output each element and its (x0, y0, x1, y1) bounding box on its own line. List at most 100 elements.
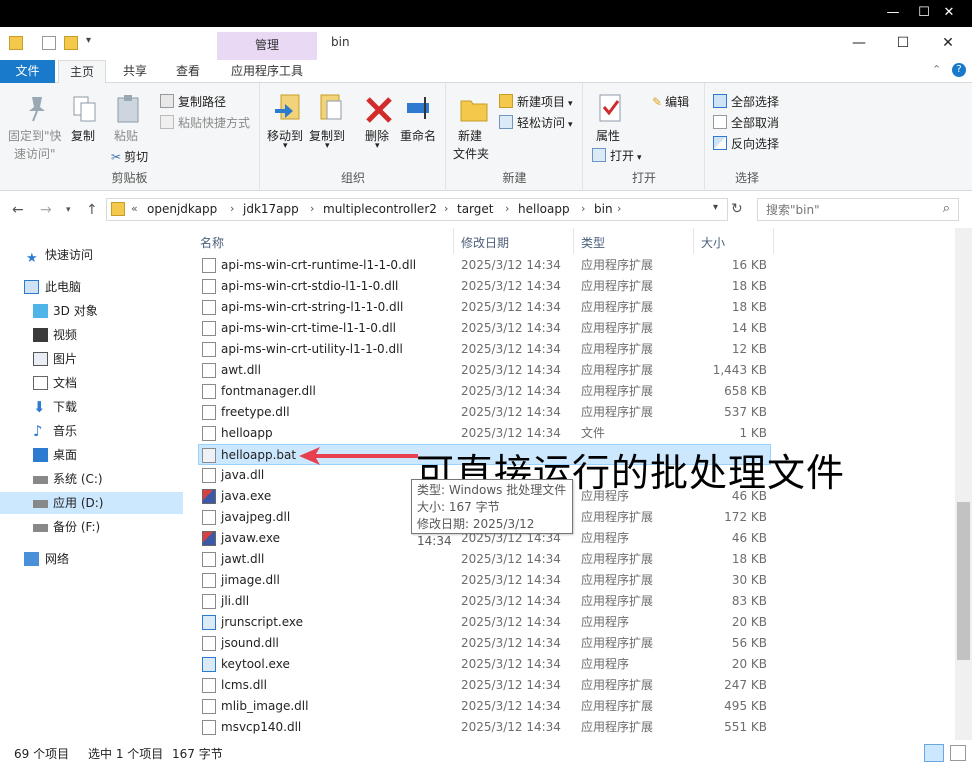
file-row[interactable]: fontmanager.dll 2025/3/12 14:34 应用程序扩展 658 … (190, 381, 771, 402)
new-folder-icon[interactable] (64, 36, 78, 50)
large-icons-view-icon[interactable] (950, 745, 966, 761)
copy-path-button[interactable]: 复制路径 (160, 93, 226, 110)
easy-access-button[interactable]: 轻松访问 ▾ (499, 114, 573, 131)
window-close-button[interactable]: ✕ (925, 30, 971, 56)
file-row[interactable]: msvcp140.dll 2025/3/12 14:34 应用程序扩展 551 KB (190, 717, 771, 738)
column-divider[interactable] (573, 228, 574, 254)
file-row[interactable]: keytool.exe 2025/3/12 14:34 应用程序 20 KB (190, 654, 771, 675)
window-maximize-button[interactable]: ☐ (880, 30, 926, 56)
column-type[interactable]: 类型 (581, 234, 605, 251)
column-divider[interactable] (693, 228, 694, 254)
file-row[interactable]: jsound.dll 2025/3/12 14:34 应用程序扩展 56 KB (190, 633, 771, 654)
file-size: 30 KB (731, 573, 767, 587)
tooltip-date: 修改日期: 2025/3/12 14:34 (417, 517, 535, 548)
copy-to-dropdown-icon[interactable]: ▾ (325, 141, 330, 151)
breadcrumb-item[interactable]: helloapp (518, 202, 570, 216)
file-name: awt.dll (221, 363, 261, 377)
close-button[interactable]: ✕ (926, 0, 972, 27)
file-row[interactable]: api-ms-win-crt-string-l1-1-0.dll 2025/3/1… (190, 297, 771, 318)
nav-item-documents[interactable]: 文档 (0, 372, 183, 394)
properties-icon[interactable] (42, 36, 56, 50)
details-view-icon[interactable] (924, 744, 944, 762)
nav-item-desktop[interactable]: 桌面 (0, 444, 183, 466)
file-row[interactable]: jli.dll 2025/3/12 14:34 应用程序扩展 83 KB (190, 591, 771, 612)
tab-share[interactable]: 共享 (112, 60, 158, 83)
nav-item-videos[interactable]: 视频 (0, 324, 183, 346)
file-size: 1,443 KB (712, 363, 767, 377)
column-divider[interactable] (773, 228, 774, 254)
edit-button[interactable]: ✎ 编辑 (652, 93, 689, 110)
column-size[interactable]: 大小 (701, 234, 725, 251)
column-name[interactable]: 名称 (200, 234, 224, 251)
nav-label: 系统 (C:) (53, 472, 103, 486)
breadcrumb-item[interactable]: target (457, 202, 494, 216)
search-icon[interactable]: ⌕ (943, 201, 950, 216)
file-row[interactable]: api-ms-win-crt-time-l1-1-0.dll 2025/3/12 … (190, 318, 771, 339)
nav-item-quick-access[interactable]: ★ 快速访问 (0, 244, 183, 266)
tab-home[interactable]: 主页 (58, 60, 106, 84)
search-input[interactable] (766, 199, 936, 220)
invert-selection-button[interactable]: 反向选择 (713, 135, 779, 152)
nav-item-network[interactable]: 网络 (0, 548, 183, 570)
nav-item-drive-d[interactable]: 应用 (D:) (0, 492, 183, 514)
nav-item-downloads[interactable]: ⬇ 下载 (0, 396, 183, 418)
window-minimize-button[interactable]: — (836, 30, 882, 56)
file-row[interactable]: jrunscript.exe 2025/3/12 14:34 应用程序 20 KB (190, 612, 771, 633)
move-to-dropdown-icon[interactable]: ▾ (283, 141, 288, 151)
file-row[interactable]: mlib_image.dll 2025/3/12 14:34 应用程序扩展 495 K… (190, 696, 771, 717)
select-none-button[interactable]: 全部取消 (713, 114, 779, 131)
scrollbar-thumb[interactable] (957, 502, 970, 660)
paste-button[interactable]: 粘贴 (114, 127, 138, 144)
file-row[interactable]: awt.dll 2025/3/12 14:34 应用程序扩展 1,443 KB (190, 360, 771, 381)
nav-item-music[interactable]: ♪ 音乐 (0, 420, 183, 442)
new-item-button[interactable]: 新建项目 ▾ (499, 93, 573, 110)
file-row[interactable]: jawt.dll 2025/3/12 14:34 应用程序扩展 18 KB (190, 549, 771, 570)
nav-item-pictures[interactable]: 图片 (0, 348, 183, 370)
file-row[interactable]: api-ms-win-crt-runtime-l1-1-0.dll 2025/3/… (190, 255, 771, 276)
search-box[interactable]: ⌕ (757, 198, 959, 221)
tab-view[interactable]: 查看 (164, 60, 212, 83)
folder-icon[interactable] (9, 36, 23, 50)
recent-dropdown-icon[interactable]: ▾ (66, 205, 71, 215)
breadcrumb-item[interactable]: multiplecontroller2 (323, 202, 437, 216)
select-all-label: 全部选择 (731, 95, 780, 109)
delete-dropdown-icon[interactable]: ▾ (375, 141, 380, 151)
breadcrumb-overflow[interactable]: « (131, 202, 138, 215)
select-all-button[interactable]: 全部选择 (713, 93, 779, 110)
address-dropdown-icon[interactable]: ▾ (713, 202, 718, 213)
file-row[interactable]: lcms.dll 2025/3/12 14:34 应用程序扩展 247 KB (190, 675, 771, 696)
tab-app-tools[interactable]: 应用程序工具 (220, 60, 314, 83)
nav-item-drive-c[interactable]: 系统 (C:) (0, 468, 183, 490)
pin-quick-access-button[interactable]: 固定到"快 (8, 127, 62, 144)
tab-file[interactable]: 文件 (0, 60, 55, 83)
address-bar[interactable]: « openjdkapp › jdk17app › multiplecontro… (106, 198, 728, 221)
cut-button[interactable]: ✂ 剪切 (111, 148, 148, 165)
paste-shortcut-button[interactable]: 粘贴快捷方式 (160, 114, 250, 131)
refresh-icon[interactable]: ↻ (731, 201, 743, 217)
new-folder-button[interactable]: 新建 (458, 127, 482, 144)
file-row[interactable]: api-ms-win-crt-stdio-l1-1-0.dll 2025/3/12… (190, 276, 771, 297)
copy-button[interactable]: 复制 (71, 127, 95, 144)
nav-item-this-pc[interactable]: 此电脑 (0, 276, 183, 298)
file-row[interactable]: freetype.dll 2025/3/12 14:34 应用程序扩展 537 KB (190, 402, 771, 423)
forward-arrow-icon[interactable]: → (40, 202, 52, 218)
back-arrow-icon[interactable]: ← (12, 202, 24, 218)
file-row[interactable]: jimage.dll 2025/3/12 14:34 应用程序扩展 30 KB (190, 570, 771, 591)
nav-item-drive-f[interactable]: 备份 (F:) (0, 516, 183, 538)
qa-dropdown-icon[interactable]: ▾ (86, 35, 91, 46)
column-divider[interactable] (453, 228, 454, 254)
collapse-ribbon-icon[interactable]: ⌃ (932, 63, 941, 76)
breadcrumb-item[interactable]: bin (594, 202, 613, 216)
properties-button[interactable]: 属性 (596, 127, 620, 144)
vertical-scrollbar[interactable] (955, 228, 972, 740)
up-arrow-icon[interactable]: ↑ (86, 202, 98, 218)
file-row[interactable]: api-ms-win-crt-utility-l1-1-0.dll 2025/3/… (190, 339, 771, 360)
nav-item-3d-objects[interactable]: 3D 对象 (0, 300, 183, 322)
help-icon[interactable]: ? (952, 63, 966, 77)
rename-button[interactable]: 重命名 (400, 127, 436, 144)
breadcrumb-item[interactable]: openjdkapp (147, 202, 217, 216)
file-row[interactable]: helloapp 2025/3/12 14:34 文件 1 KB (190, 423, 771, 444)
column-date[interactable]: 修改日期 (461, 234, 509, 251)
breadcrumb-item[interactable]: jdk17app (243, 202, 299, 216)
open-button[interactable]: 打开 ▾ (592, 147, 642, 164)
